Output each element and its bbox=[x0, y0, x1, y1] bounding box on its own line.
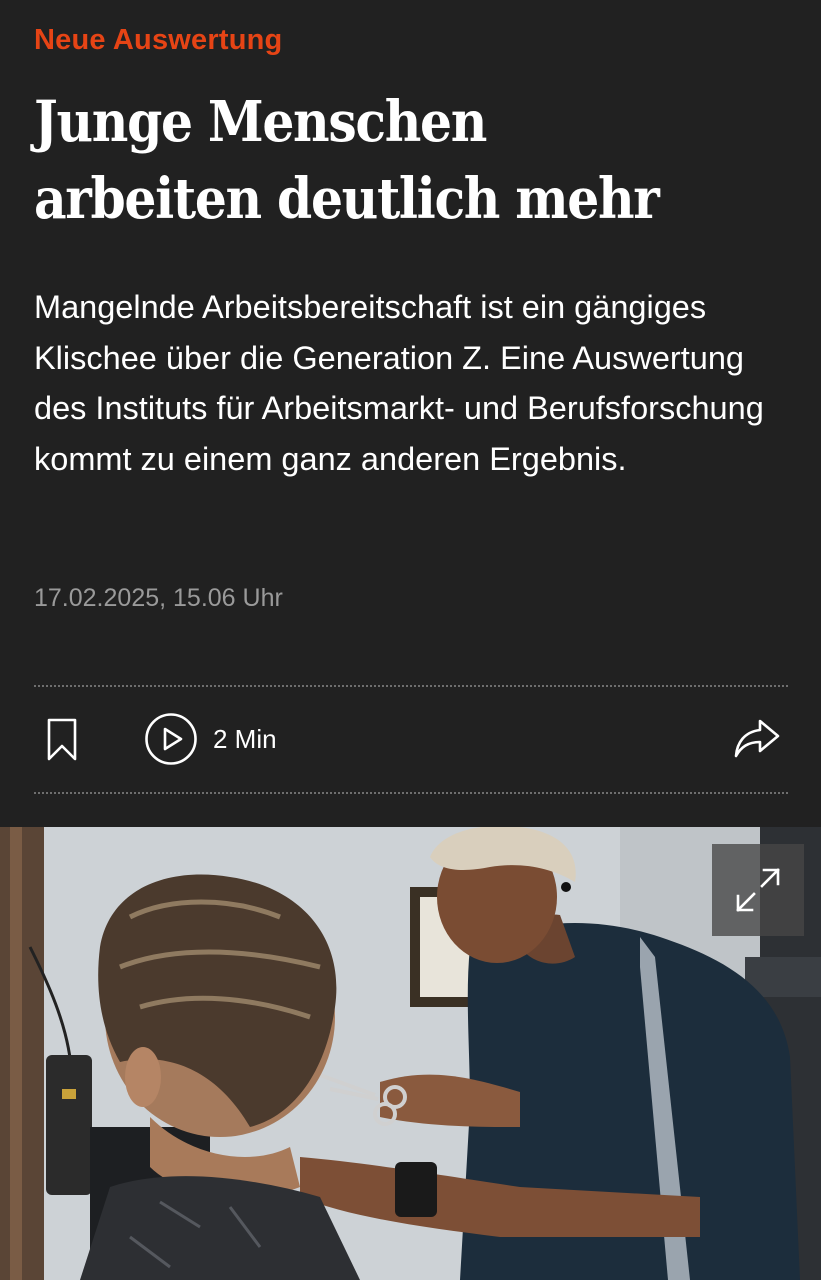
barber-photo bbox=[0, 827, 821, 1280]
divider-top bbox=[34, 685, 788, 687]
hero-image[interactable] bbox=[0, 827, 821, 1280]
expand-image-button[interactable] bbox=[712, 844, 804, 936]
article-kicker: Neue Auswertung bbox=[34, 24, 283, 56]
share-icon bbox=[734, 719, 780, 758]
audio-play-button[interactable]: 2 Min bbox=[145, 713, 277, 765]
share-button[interactable] bbox=[733, 715, 781, 761]
article-timestamp: 17.02.2025, 15.06 Uhr bbox=[34, 584, 283, 612]
bookmark-icon bbox=[47, 718, 77, 761]
bookmark-button[interactable] bbox=[46, 718, 78, 762]
article-headline: Junge Menschen arbeiten deutlich mehr bbox=[34, 89, 660, 232]
audio-duration: 2 Min bbox=[213, 723, 277, 754]
play-circle-icon bbox=[145, 713, 197, 765]
divider-bottom bbox=[34, 792, 788, 794]
expand-icon bbox=[736, 868, 780, 912]
article-teaser: Mangelnde Arbeitsbereitschaft ist ein gä… bbox=[34, 289, 764, 477]
